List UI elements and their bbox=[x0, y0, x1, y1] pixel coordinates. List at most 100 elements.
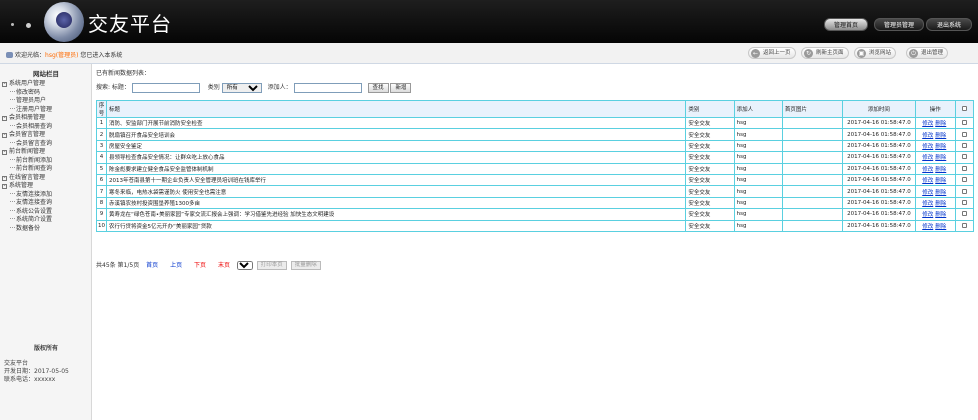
row-time: 2017-04-16 01:58:47.0 bbox=[842, 128, 916, 141]
refresh-icon: ↻ bbox=[804, 49, 813, 58]
row-checkbox[interactable] bbox=[961, 222, 967, 228]
tree-line bbox=[10, 107, 15, 109]
table-row: 4 县领导检查食品安全情况：让群众吃上放心食品 安全交友 hsg 2017-04-16 … bbox=[95, 151, 975, 164]
edit-link[interactable]: 修改 bbox=[922, 201, 933, 207]
logout-admin-button[interactable]: ⏻ 退出管理 bbox=[906, 47, 949, 59]
sidebar-group[interactable]: - 系统用户管理 bbox=[2, 80, 52, 89]
edit-link[interactable]: 修改 bbox=[922, 178, 933, 184]
row-checkbox[interactable] bbox=[961, 199, 967, 205]
top-bar: 欢迎光临：hsg(管理员) 您已进入本系统 ← 返回上一页 ↻ 刷新主页面 ▣ 浏览网… bbox=[0, 43, 978, 64]
row-select bbox=[954, 162, 975, 175]
back-icon: ← bbox=[751, 49, 760, 58]
row-title: 脱扇镇召开食品安全培训会 bbox=[106, 128, 687, 141]
row-title: 农行行贷将资金5亿元开办“美丽家园”贷款 bbox=[106, 219, 687, 232]
table-row: 9 黄寿龙在“绿色苍南•美丽家园”专家交流汇报会上强调：学习借鉴先进经验 加快生态… bbox=[95, 208, 975, 221]
table-row: 10 农行行贷将资金5亿元开办“美丽家园”贷款 安全交友 hsg 2017-04-16 … bbox=[95, 219, 975, 232]
row-checkbox[interactable] bbox=[961, 211, 967, 217]
row-category: 安全交友 bbox=[685, 162, 735, 175]
admin-user-manage-tab[interactable]: 管理员管理 bbox=[874, 18, 924, 31]
exit-system-tab[interactable]: 退出系统 bbox=[926, 18, 972, 31]
row-title: 寒冬来临，电热水袋需谨防火 使用安全也需注意 bbox=[106, 185, 687, 198]
sidebar-item[interactable]: 会员相册查询 bbox=[2, 123, 52, 132]
next-page-link[interactable]: 下页 bbox=[194, 262, 206, 269]
edit-link[interactable]: 修改 bbox=[922, 190, 933, 196]
sidebar-item[interactable]: 友情连接查询 bbox=[2, 199, 52, 208]
table-header-row: 序号 标题 类别 添加人 首页图片 添加时间 操作 bbox=[95, 100, 975, 118]
last-page-link[interactable]: 末页 bbox=[218, 262, 230, 269]
sidebar-item[interactable]: 系统公告设置 bbox=[2, 208, 52, 217]
sidebar-item[interactable]: 前台新闻查询 bbox=[2, 165, 52, 174]
print-page-button[interactable]: 打印本页 bbox=[256, 261, 287, 270]
delete-link[interactable]: 删除 bbox=[935, 121, 946, 127]
delete-link[interactable]: 删除 bbox=[935, 133, 946, 139]
row-category: 安全交友 bbox=[685, 139, 735, 153]
tree-line bbox=[10, 209, 15, 211]
title-search-input[interactable] bbox=[131, 82, 200, 93]
back-button[interactable]: ← 返回上一页 bbox=[748, 47, 796, 59]
row-no: 9 bbox=[95, 208, 108, 221]
delete-link[interactable]: 删除 bbox=[935, 178, 946, 184]
site-title: 交友平台 bbox=[88, 12, 172, 36]
page-select[interactable]: 1 bbox=[236, 261, 253, 270]
row-checkbox[interactable] bbox=[961, 177, 967, 183]
sidebar-item[interactable]: 系统简介设置 bbox=[2, 216, 52, 225]
delete-link[interactable]: 删除 bbox=[935, 212, 946, 218]
sidebar-group[interactable]: - 会员留言管理 bbox=[2, 131, 52, 140]
row-category: 安全交友 bbox=[685, 196, 735, 210]
sidebar-group[interactable]: - 前台新闻管理 bbox=[2, 148, 52, 157]
delete-link[interactable]: 删除 bbox=[935, 167, 946, 173]
add-news-button[interactable]: 新增 bbox=[390, 82, 412, 93]
sidebar-item[interactable]: 管理员用户 bbox=[2, 97, 52, 106]
edit-link[interactable]: 修改 bbox=[922, 144, 933, 150]
sidebar-item[interactable]: 注册用户管理 bbox=[2, 106, 52, 115]
browse-site-button[interactable]: ▣ 浏览网站 bbox=[854, 47, 897, 59]
back-label: 返回上一页 bbox=[763, 50, 791, 56]
edit-link[interactable]: 修改 bbox=[922, 167, 933, 173]
sidebar-item[interactable]: 友情连接添加 bbox=[2, 191, 52, 200]
admin-home-tab[interactable]: 管理首页 bbox=[824, 18, 868, 31]
sidebar-group[interactable]: - 系统管理 bbox=[2, 182, 52, 191]
sidebar-item-label: 系统简介设置 bbox=[16, 216, 53, 223]
sidebar-item[interactable]: 前台新闻添加 bbox=[2, 157, 52, 166]
delete-link[interactable]: 删除 bbox=[935, 144, 946, 150]
refresh-button[interactable]: ↻ 刷新主页面 bbox=[801, 47, 849, 59]
col-select bbox=[954, 100, 975, 118]
sidebar-group[interactable]: - 在线留言管理 bbox=[2, 174, 52, 183]
batch-delete-button[interactable]: 批量删除 bbox=[290, 261, 321, 270]
collapse-icon: - bbox=[2, 115, 7, 121]
delete-link[interactable]: 删除 bbox=[935, 224, 946, 230]
row-checkbox[interactable] bbox=[961, 131, 967, 137]
adder-search-input[interactable] bbox=[293, 82, 362, 93]
prev-page-link[interactable]: 上页 bbox=[170, 262, 182, 269]
row-checkbox[interactable] bbox=[961, 188, 967, 194]
select-all-checkbox[interactable] bbox=[961, 106, 967, 111]
delete-link[interactable]: 删除 bbox=[935, 190, 946, 196]
first-page-link[interactable]: 首页 bbox=[146, 262, 158, 269]
delete-link[interactable]: 删除 bbox=[935, 201, 946, 207]
adder-label: 添加人： bbox=[267, 84, 292, 91]
welcome-text: 欢迎光临：hsg(管理员) 您已进入本系统 bbox=[6, 50, 122, 59]
search-button[interactable]: 查找 bbox=[367, 82, 389, 93]
sidebar-item[interactable]: 会员留言查询 bbox=[2, 140, 52, 149]
row-checkbox[interactable] bbox=[961, 154, 967, 160]
row-checkbox[interactable] bbox=[961, 142, 967, 148]
sidebar-item-label: 会员相册管理 bbox=[9, 114, 46, 121]
edit-link[interactable]: 修改 bbox=[922, 155, 933, 161]
category-select[interactable]: 所有 bbox=[221, 82, 262, 93]
collapse-icon: - bbox=[2, 183, 7, 189]
row-checkbox[interactable] bbox=[961, 165, 967, 171]
row-actions: 修改 删除 bbox=[914, 185, 956, 198]
col-category: 类别 bbox=[685, 100, 735, 118]
edit-link[interactable]: 修改 bbox=[922, 121, 933, 127]
row-adder: hsg bbox=[733, 185, 783, 198]
edit-link[interactable]: 修改 bbox=[922, 212, 933, 218]
sidebar-item[interactable]: 数据备份 bbox=[2, 225, 52, 234]
delete-link[interactable]: 删除 bbox=[935, 155, 946, 161]
sidebar-group[interactable]: - 会员相册管理 bbox=[2, 114, 52, 123]
news-table: 序号 标题 类别 添加人 首页图片 添加时间 操作 1 消防、安监部门开展节前消防… bbox=[95, 100, 975, 232]
row-checkbox[interactable] bbox=[961, 120, 967, 126]
edit-link[interactable]: 修改 bbox=[922, 133, 933, 139]
sidebar-item[interactable]: 修改密码 bbox=[2, 89, 52, 98]
edit-link[interactable]: 修改 bbox=[922, 224, 933, 230]
row-category: 安全交友 bbox=[685, 173, 735, 187]
